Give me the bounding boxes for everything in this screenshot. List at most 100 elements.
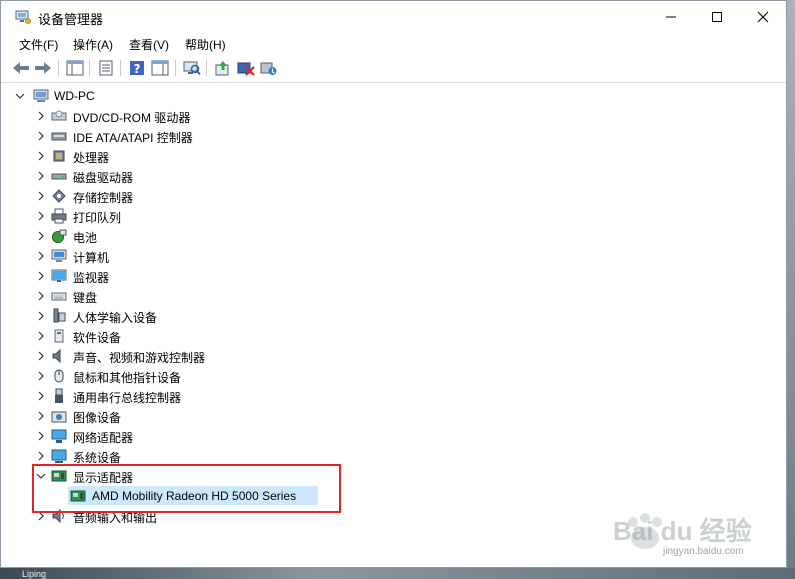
scan-hardware-button[interactable] [182, 58, 202, 78]
storage-controller-icon [52, 189, 66, 203]
help-icon: ? [130, 61, 144, 76]
chevron-right-icon[interactable] [36, 131, 46, 141]
desktop-background-bottom [0, 568, 795, 579]
tree-category[interactable]: 人体学输入设备 [1, 306, 401, 326]
chevron-right-icon[interactable] [36, 111, 46, 121]
chevron-right-icon[interactable] [36, 211, 46, 221]
toolbar-separator [206, 60, 207, 76]
computer-icon [33, 89, 49, 102]
close-icon [757, 11, 769, 22]
watermark-url: jingyan.baidu.com [663, 546, 744, 557]
network-adapter-icon [51, 429, 67, 443]
computer-icon [51, 249, 67, 262]
chevron-right-icon[interactable] [36, 151, 46, 161]
toolbar: ? [1, 54, 786, 83]
tree-category[interactable]: 监视器 [1, 266, 401, 286]
tree-category[interactable]: 电池 [1, 226, 401, 246]
minimize-icon [666, 16, 676, 17]
camera-icon [51, 411, 67, 423]
tree-category[interactable]: 存储控制器 [1, 186, 401, 206]
chevron-right-icon[interactable] [36, 451, 46, 461]
tree-category[interactable]: 通用串行总线控制器 [1, 386, 401, 406]
chevron-right-icon[interactable] [36, 311, 46, 321]
tree-category[interactable]: 软件设备 [1, 326, 401, 346]
toolbar-separator [120, 60, 121, 76]
chevron-right-icon[interactable] [36, 231, 46, 241]
chevron-right-icon[interactable] [36, 411, 46, 421]
update-driver-icon [215, 61, 229, 76]
tree-category[interactable]: 图像设备 [1, 406, 401, 426]
update-driver-button[interactable] [213, 58, 233, 78]
chevron-right-icon[interactable] [36, 271, 46, 281]
uninstall-device-icon [237, 62, 255, 76]
chevron-right-icon[interactable] [36, 391, 46, 401]
add-legacy-hardware-button[interactable] [259, 58, 279, 78]
tree-category[interactable]: DVD/CD-ROM 驱动器 [1, 106, 401, 126]
category-label: 监视器 [73, 271, 110, 285]
battery-icon [52, 229, 67, 243]
root-label: WD-PC [54, 89, 95, 103]
chevron-right-icon[interactable] [36, 291, 46, 301]
forward-icon [35, 62, 51, 74]
category-label: DVD/CD-ROM 驱动器 [73, 111, 191, 125]
console-tree-button[interactable] [65, 58, 85, 78]
title-bar[interactable]: 设备管理器 [1, 1, 786, 33]
help-button[interactable]: ? [127, 58, 147, 78]
tree-category[interactable]: 声音、视频和游戏控制器 [1, 346, 401, 366]
properties-icon [99, 60, 113, 76]
toolbar-separator [175, 60, 176, 76]
tree-category[interactable]: 系统设备 [1, 446, 401, 466]
category-label: 软件设备 [73, 331, 122, 345]
chevron-right-icon[interactable] [36, 351, 46, 361]
action-pane-button[interactable] [150, 58, 170, 78]
tree-category[interactable]: 处理器 [1, 146, 401, 166]
mouse-icon [54, 369, 64, 383]
chevron-right-icon[interactable] [36, 191, 46, 201]
svg-text:?: ? [134, 62, 141, 76]
category-label: 打印队列 [73, 211, 122, 225]
chevron-right-icon[interactable] [36, 431, 46, 441]
chevron-right-icon[interactable] [36, 171, 46, 181]
tree-root[interactable]: WD-PC [1, 86, 401, 106]
category-label: 通用串行总线控制器 [73, 391, 182, 405]
chevron-right-icon[interactable] [36, 371, 46, 381]
menu-action[interactable]: 操作(A) [73, 36, 113, 53]
menu-help[interactable]: 帮助(H) [185, 36, 226, 53]
annotation-highlight-box [32, 464, 341, 513]
processor-icon [53, 150, 65, 162]
tree-category[interactable]: 计算机 [1, 246, 401, 266]
category-label: 磁盘驱动器 [73, 171, 134, 185]
chevron-down-icon[interactable] [15, 91, 25, 101]
dvd-drive-icon [51, 110, 67, 121]
chevron-right-icon[interactable] [36, 331, 46, 341]
add-legacy-hardware-icon [260, 62, 277, 75]
category-label: 人体学输入设备 [73, 311, 158, 325]
maximize-button[interactable] [694, 1, 740, 32]
desktop-background-right [787, 0, 795, 579]
desktop-label: Liping [22, 569, 47, 579]
forward-button[interactable] [33, 58, 53, 78]
tree-category[interactable]: 鼠标和其他指针设备 [1, 366, 401, 386]
tree-category[interactable]: 打印队列 [1, 206, 401, 226]
device-tree: WD-PC DVD/CD-ROM 驱动器 IDE ATA/ATAPI 控制器 处理器… [1, 83, 786, 567]
category-label: 图像设备 [73, 411, 122, 425]
category-label: 网络适配器 [73, 431, 134, 445]
tree-category[interactable]: 网络适配器 [1, 426, 401, 446]
window-title: 设备管理器 [38, 12, 104, 27]
menu-view[interactable]: 查看(V) [129, 36, 169, 53]
ide-controller-icon [51, 132, 67, 141]
maximize-icon [712, 11, 722, 22]
monitor-icon [51, 269, 67, 282]
tree-category[interactable]: IDE ATA/ATAPI 控制器 [1, 126, 401, 146]
minimize-button[interactable] [648, 1, 694, 32]
category-label: 存储控制器 [73, 191, 134, 205]
back-button[interactable] [11, 58, 31, 78]
close-button[interactable] [740, 1, 786, 32]
chevron-right-icon[interactable] [36, 251, 46, 261]
tree-category[interactable]: 磁盘驱动器 [1, 166, 401, 186]
properties-button[interactable] [96, 58, 116, 78]
uninstall-device-button[interactable] [236, 58, 256, 78]
tree-category[interactable]: 键盘 [1, 286, 401, 306]
scan-hardware-icon [183, 61, 201, 76]
menu-file[interactable]: 文件(F) [19, 36, 58, 53]
